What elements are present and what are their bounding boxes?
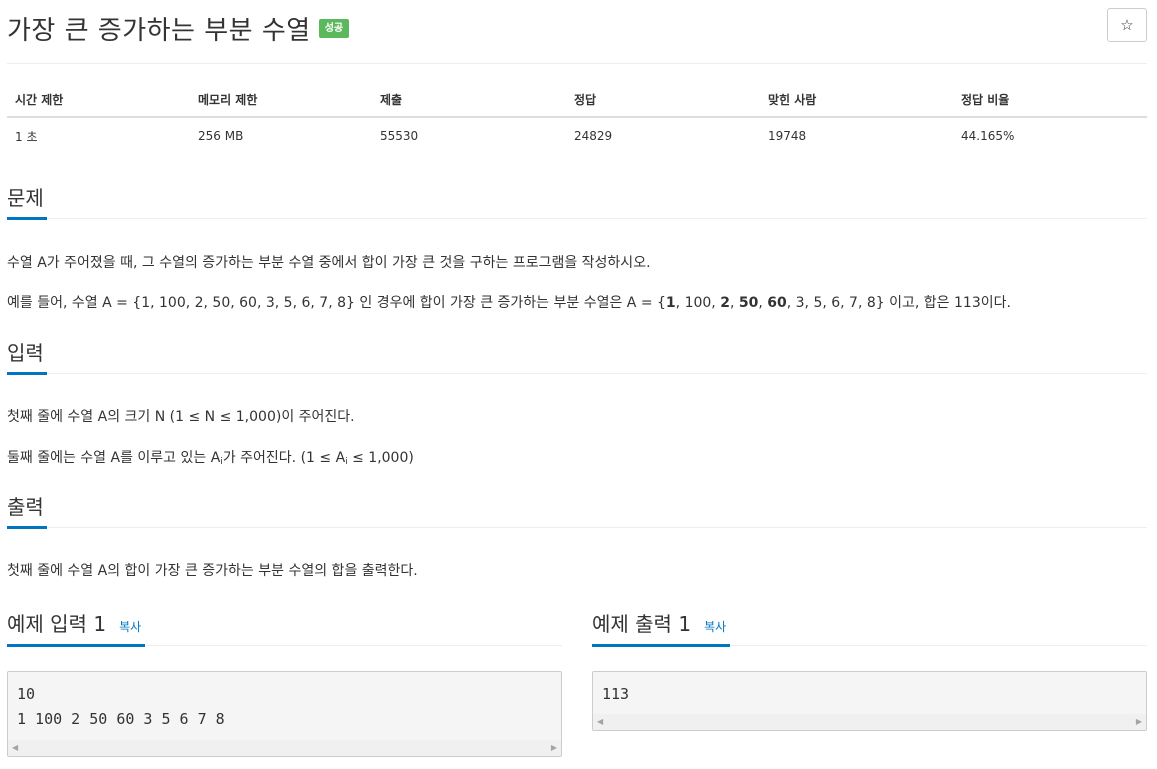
table-cell: 44.165% bbox=[961, 129, 1015, 143]
divider bbox=[7, 63, 1147, 64]
input-heading: 입력 bbox=[7, 341, 44, 365]
input-section-header: 입력 bbox=[7, 341, 1147, 375]
table-header-cell: 제출 bbox=[380, 92, 403, 107]
table-header-cell: 메모리 제한 bbox=[198, 92, 258, 107]
problem-title: 가장 큰 증가하는 부분 수열 bbox=[7, 15, 311, 46]
text-segment: 둘째 줄에는 수열 A를 이루고 있는 A bbox=[7, 450, 221, 466]
output-text-1: 첫째 줄에 수열 A의 합이 가장 큰 증가하는 부분 수열의 합을 출력한다. bbox=[7, 563, 418, 579]
star-button[interactable]: ☆ bbox=[1107, 8, 1147, 42]
copy-sample-output-button[interactable]: 복사 bbox=[704, 620, 726, 634]
sample-output-code[interactable]: 113 ◀ ▶ bbox=[592, 671, 1147, 731]
table-cell[interactable]: 19748 bbox=[760, 129, 953, 143]
problem-page: 가장 큰 증가하는 부분 수열 성공 ☆ 시간 제한 메모리 제한 제출 정답 … bbox=[7, 0, 1147, 769]
table-header-cell: 시간 제한 bbox=[15, 92, 64, 107]
table-cell[interactable]: 24829 bbox=[566, 129, 760, 143]
scroll-right-icon[interactable]: ▶ bbox=[551, 743, 557, 752]
star-icon: ☆ bbox=[1120, 16, 1134, 34]
title-row: 가장 큰 증가하는 부분 수열 성공 bbox=[7, 8, 350, 48]
problem-info-table: 시간 제한 메모리 제한 제출 정답 맞힌 사람 정답 비율 1 초 256 M… bbox=[7, 82, 1147, 154]
table-cell: 256 MB bbox=[198, 129, 244, 143]
table-cell[interactable]: 55530 bbox=[372, 129, 566, 143]
horizontal-scrollbar[interactable]: ◀ ▶ bbox=[8, 740, 561, 756]
output-section-header: 출력 bbox=[7, 495, 1147, 529]
input-text-1: 첫째 줄에 수열 A의 크기 N (1 ≤ N ≤ 1,000)이 주어진다. bbox=[7, 409, 355, 425]
problem-heading: 문제 bbox=[7, 186, 44, 210]
sample-input-header: 예제 입력 1 복사 bbox=[7, 612, 562, 647]
scroll-left-icon[interactable]: ◀ bbox=[597, 717, 603, 726]
bold-number: 1 bbox=[665, 295, 676, 311]
text-segment: , 100, bbox=[675, 295, 721, 311]
scroll-left-icon[interactable]: ◀ bbox=[12, 743, 18, 752]
code-line: 10 bbox=[17, 685, 36, 703]
table-header-cell: 맞힌 사람 bbox=[768, 92, 817, 107]
bold-number: 60 bbox=[767, 295, 787, 311]
scroll-right-icon[interactable]: ▶ bbox=[1136, 717, 1142, 726]
text-segment: ≤ 1,000) bbox=[347, 450, 414, 466]
table-header-row: 시간 제한 메모리 제한 제출 정답 맞힌 사람 정답 비율 bbox=[7, 82, 1147, 118]
heading-underline bbox=[7, 526, 47, 529]
text-segment: 예를 들어, 수열 A = {1, 100, 2, 50, 60, 3, 5, … bbox=[7, 295, 666, 311]
heading-underline bbox=[7, 372, 47, 375]
heading-underline bbox=[7, 644, 145, 647]
status-badge: 성공 bbox=[318, 18, 350, 38]
code-line: 113 bbox=[602, 685, 630, 703]
sample-output-heading: 예제 출력 1 bbox=[592, 612, 692, 636]
table-cell: 1 초 bbox=[15, 129, 38, 144]
bold-number: 50 bbox=[738, 295, 759, 311]
text-segment: , bbox=[758, 295, 768, 311]
heading-underline bbox=[592, 644, 730, 647]
sample-input-heading: 예제 입력 1 bbox=[7, 612, 107, 636]
problem-text-2: 예를 들어, 수열 A = {1, 100, 2, 50, 60, 3, 5, … bbox=[7, 293, 1011, 313]
copy-sample-input-button[interactable]: 복사 bbox=[119, 620, 141, 634]
table-header-cell: 정답 비율 bbox=[961, 92, 1010, 107]
sample-output-header: 예제 출력 1 복사 bbox=[592, 612, 1147, 647]
bold-number: 2 bbox=[720, 295, 730, 311]
code-line: 1 100 2 50 60 3 5 6 7 8 bbox=[17, 710, 225, 728]
heading-underline bbox=[7, 217, 47, 220]
problem-text-1: 수열 A가 주어졌을 때, 그 수열의 증가하는 부분 수열 중에서 합이 가장… bbox=[7, 255, 651, 271]
table-header-cell: 정답 bbox=[574, 92, 597, 107]
problem-section-header: 문제 bbox=[7, 186, 1147, 220]
output-heading: 출력 bbox=[7, 495, 44, 519]
text-segment: , bbox=[729, 295, 739, 311]
sample-input-code[interactable]: 10 1 100 2 50 60 3 5 6 7 8 ◀ ▶ bbox=[7, 671, 562, 757]
horizontal-scrollbar[interactable]: ◀ ▶ bbox=[593, 714, 1146, 730]
table-row: 1 초 256 MB 55530 24829 19748 44.165% bbox=[7, 118, 1147, 154]
input-text-2: 둘째 줄에는 수열 A를 이루고 있는 Ai가 주어진다. (1 ≤ Ai ≤ … bbox=[7, 448, 414, 472]
text-segment: , 3, 5, 6, 7, 8} 이고, 합은 113이다. bbox=[786, 295, 1011, 311]
text-segment: 가 주어진다. (1 ≤ A bbox=[222, 450, 346, 466]
